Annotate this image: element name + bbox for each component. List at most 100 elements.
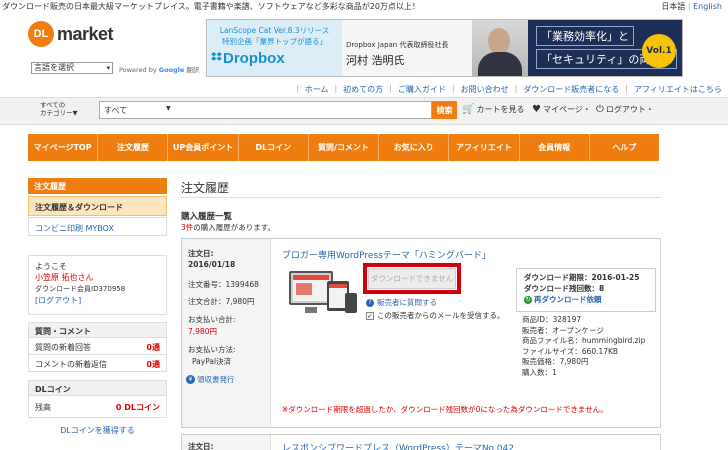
language-select[interactable]: 言語を選択 ▾ <box>31 62 113 74</box>
search-input-value: すべて <box>104 106 128 115</box>
payment-method: PayPal決済 <box>192 357 232 366</box>
sidebar-item-history-download[interactable]: 注文履歴＆ダウンロード <box>28 196 167 216</box>
nav-help[interactable]: ヘルプ <box>590 134 659 161</box>
banner-vol-badge: Vol.1 <box>642 34 676 68</box>
powered-by-google: Powered by Google 翻訳 <box>119 64 199 74</box>
product-title-link[interactable]: レスポンシブワードプレス（WordPress）テーマNo.042 <box>282 441 514 450</box>
util-link-become-seller[interactable]: ダウンロード販売者になる <box>523 84 619 95</box>
receipt-link[interactable]: ¥ 領収書発行 <box>186 374 235 385</box>
pipe-sep: | <box>296 84 299 93</box>
lang-japanese-link[interactable]: 日本語 <box>661 2 685 11</box>
member-id: 370958 <box>98 285 126 293</box>
banner-headline1: 「業務効率化」と <box>536 26 634 46</box>
translate-label: 翻訳 <box>186 66 200 74</box>
nav-mypage-top[interactable]: マイページTOP <box>28 134 99 161</box>
paid-total: 7,980円 <box>188 327 217 336</box>
yen-icon: ¥ <box>186 375 195 384</box>
product-filename: 商品ファイル名：hummingbird.zip <box>522 336 646 346</box>
sidebar-section-orders: 注文履歴 <box>28 178 167 194</box>
dropbox-icon <box>211 52 222 61</box>
seller-mail-optin[interactable]: ✓ この販売者からのメールを受信する。 <box>366 310 505 321</box>
logout-icon: ⏻ <box>596 103 604 115</box>
order-number: 注文番号：1399468 <box>188 280 259 289</box>
search-button[interactable]: 検索 <box>432 101 457 119</box>
user-name: 小笠原 拓也さん <box>35 273 94 282</box>
sidebar-item-convenience-print[interactable]: コンビニ印刷 MYBOX <box>28 217 167 236</box>
ask-seller-link[interactable]: ? 販売者に質問する <box>366 297 437 308</box>
new-replies-label: コメントの新着返信 <box>35 360 107 369</box>
language-select-value: 言語を選択 <box>34 63 74 72</box>
language-switch: 日本語 | English <box>661 1 722 12</box>
coin-balance-value: 0 DLコイン <box>115 403 160 412</box>
util-link-home[interactable]: ホーム <box>305 84 329 95</box>
product-title-link[interactable]: ブロガー専用WordPressテーマ「ハミングバード」 <box>282 248 491 261</box>
nav-dl-coin[interactable]: DLコイン <box>239 134 309 161</box>
new-answers-label: 質問の新着回答 <box>35 343 91 352</box>
redownload-request-link[interactable]: ↻ 再ダウンロード依頼 <box>524 294 648 305</box>
nav-up-points[interactable]: UP会員ポイント <box>168 134 239 161</box>
page-title: 注文履歴 <box>181 181 230 195</box>
mypage-link[interactable]: ♥ マイページ・ <box>532 104 591 115</box>
download-button[interactable]: ダウンロードできません <box>368 268 456 289</box>
banner-left-panel: LanScope Cat Ver.8.3リリース 特別企画「業界トップが語る」 … <box>207 20 342 76</box>
coin-balance-label: 残高 <box>35 403 51 412</box>
banner-right-panel: 「業務効率化」と 「セキュリティ」の両立へ Vol.1 <box>528 20 682 76</box>
dlmarket-logo[interactable]: DL market <box>28 20 114 48</box>
order-total: 注文合計：7,980円 <box>188 297 255 306</box>
sidebar-item-new-replies[interactable]: コメントの新着返信 0通 <box>28 355 167 372</box>
sidebar-section-qa: 質問・コメント <box>28 322 167 338</box>
util-link-contact[interactable]: お問い合わせ <box>461 84 509 95</box>
nav-order-history[interactable]: 注文履歴 <box>98 134 169 161</box>
title-divider <box>181 197 661 198</box>
nav-member-info[interactable]: 会員情報 <box>520 134 590 161</box>
product-qty: 購入数：1 <box>522 367 557 377</box>
nav-affiliate[interactable]: アフィリエイト <box>449 134 520 161</box>
sidebar-item-new-answers[interactable]: 質問の新着回答 0通 <box>28 338 167 355</box>
chevron-down-icon: ▼ <box>166 105 171 112</box>
purchase-list-title: 購入履歴一覧 <box>181 212 233 222</box>
logout-link[interactable]: ⏻ ログアウト・ <box>596 104 654 115</box>
get-dl-coin-link[interactable]: DLコインを獲得する <box>28 425 167 436</box>
cart-link[interactable]: 🛒 カートを見る <box>462 104 524 115</box>
nav-favorites[interactable]: お気に入り <box>379 134 450 161</box>
download-info-box: ダウンロード期限：2016-01-25 ダウンロード残回数：8 ↻ 再ダウンロー… <box>516 268 656 312</box>
purchase-count-note: 3件の購入履歴があります。 <box>181 222 275 233</box>
lang-english-link[interactable]: English <box>693 2 722 11</box>
question-icon: ? <box>366 298 374 307</box>
product-seller: 販売者：オープンケージ <box>522 325 604 335</box>
mail-optin-checkbox[interactable]: ✓ <box>366 311 374 320</box>
product-filesize: ファイルサイズ：660.17KB <box>522 346 619 356</box>
member-id-label: ダウンロード会員ID <box>35 285 99 293</box>
order-date-label: 注文日: <box>188 442 214 450</box>
chevron-down-icon: ▾ <box>106 64 110 72</box>
site-tagline: ダウンロード販売の日本最大級マーケットプレイス。電子書籍や楽譜、ソフトウェアなど… <box>2 2 420 11</box>
logout-label: ログアウト・ <box>605 105 654 114</box>
cart-icon: 🛒 <box>462 103 475 115</box>
powered-by-label: Powered by <box>119 66 157 74</box>
category-dropdown[interactable]: すべての カテゴリー▼ <box>40 101 78 117</box>
purchase-count-suffix: の購入履歴があります。 <box>193 223 276 232</box>
logo-mark: DL <box>28 21 54 47</box>
util-link-affiliate[interactable]: アフィリエイトはこちら <box>634 84 722 95</box>
refresh-icon: ↻ <box>524 295 532 304</box>
mail-optin-label: この販売者からのメールを受信する。 <box>377 311 505 320</box>
banner-mid-panel: Dropbox Japan 代表取締役社長 河村 浩明氏 <box>342 20 472 76</box>
heart-icon: ♥ <box>532 103 541 115</box>
util-link-guide[interactable]: ご購入ガイド <box>398 84 446 95</box>
banner-company: Dropbox Japan 代表取締役社長 <box>346 41 449 49</box>
utility-links: | ホーム | 初めての方 | ご購入ガイド | お問い合わせ | ダウンロード販売者に… <box>296 84 722 95</box>
order-date: 2016/01/18 <box>188 260 236 269</box>
lang-separator: | <box>687 2 691 11</box>
dropbox-brand: Dropbox <box>223 50 285 67</box>
nav-questions[interactable]: 質問/コメント <box>309 134 380 161</box>
sidebar-logout-link[interactable]: [ログアウト] <box>35 296 81 305</box>
order-date-label: 注文日: <box>188 249 214 258</box>
ad-banner[interactable]: LanScope Cat Ver.8.3リリース 特別企画「業界トップが語る」 … <box>206 19 683 77</box>
product-id: 商品ID：328197 <box>522 315 582 324</box>
product-price: 販売価格：7,980円 <box>522 357 589 367</box>
product-thumbnail[interactable] <box>283 267 359 325</box>
util-link-beginners[interactable]: 初めての方 <box>343 84 383 95</box>
search-input[interactable]: すべて ▼ <box>99 101 432 119</box>
main-nav: マイページTOP 注文履歴 UP会員ポイント DLコイン 質問/コメント お気に… <box>28 134 659 161</box>
cart-label: カートを見る <box>476 105 525 114</box>
